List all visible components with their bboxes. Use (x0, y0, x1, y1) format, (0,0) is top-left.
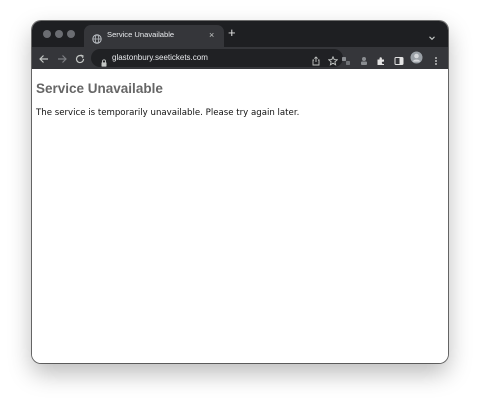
browser-window: Service Unavailable × + glastonbury.seet… (32, 21, 448, 363)
error-message: The service is temporarily unavailable. … (36, 108, 300, 118)
tab-title: Service Unavailable (107, 30, 175, 39)
window-close-dot[interactable] (43, 30, 51, 38)
window-minimize-dot[interactable] (55, 30, 63, 38)
reload-icon[interactable] (74, 52, 86, 64)
side-panel-icon[interactable] (394, 53, 404, 65)
url-text[interactable]: glastonbury.seetickets.com (112, 53, 208, 62)
profile-avatar[interactable] (410, 51, 423, 64)
chevron-down-icon[interactable] (428, 29, 436, 41)
tab-strip: Service Unavailable × + (32, 21, 448, 47)
toolbar: glastonbury.seetickets.com (32, 47, 448, 69)
plus-icon[interactable]: + (228, 26, 236, 40)
extension-icon[interactable] (341, 53, 351, 65)
lock-icon[interactable] (101, 54, 107, 67)
share-icon[interactable] (311, 53, 321, 66)
page-title: Service Unavailable (36, 81, 163, 96)
forward-arrow-icon[interactable] (56, 52, 68, 64)
kebab-menu-icon[interactable] (431, 53, 441, 65)
address-bar[interactable]: glastonbury.seetickets.com (91, 49, 343, 67)
star-icon[interactable] (327, 53, 339, 66)
close-icon[interactable]: × (209, 29, 214, 41)
back-arrow-icon[interactable] (38, 52, 50, 64)
extension-icon[interactable] (359, 53, 369, 65)
page-content: Service Unavailable The service is tempo… (32, 69, 448, 363)
window-zoom-dot[interactable] (67, 30, 75, 38)
tab-active[interactable]: Service Unavailable × (84, 25, 224, 47)
globe-icon (92, 31, 102, 44)
puzzle-icon[interactable] (376, 53, 386, 65)
